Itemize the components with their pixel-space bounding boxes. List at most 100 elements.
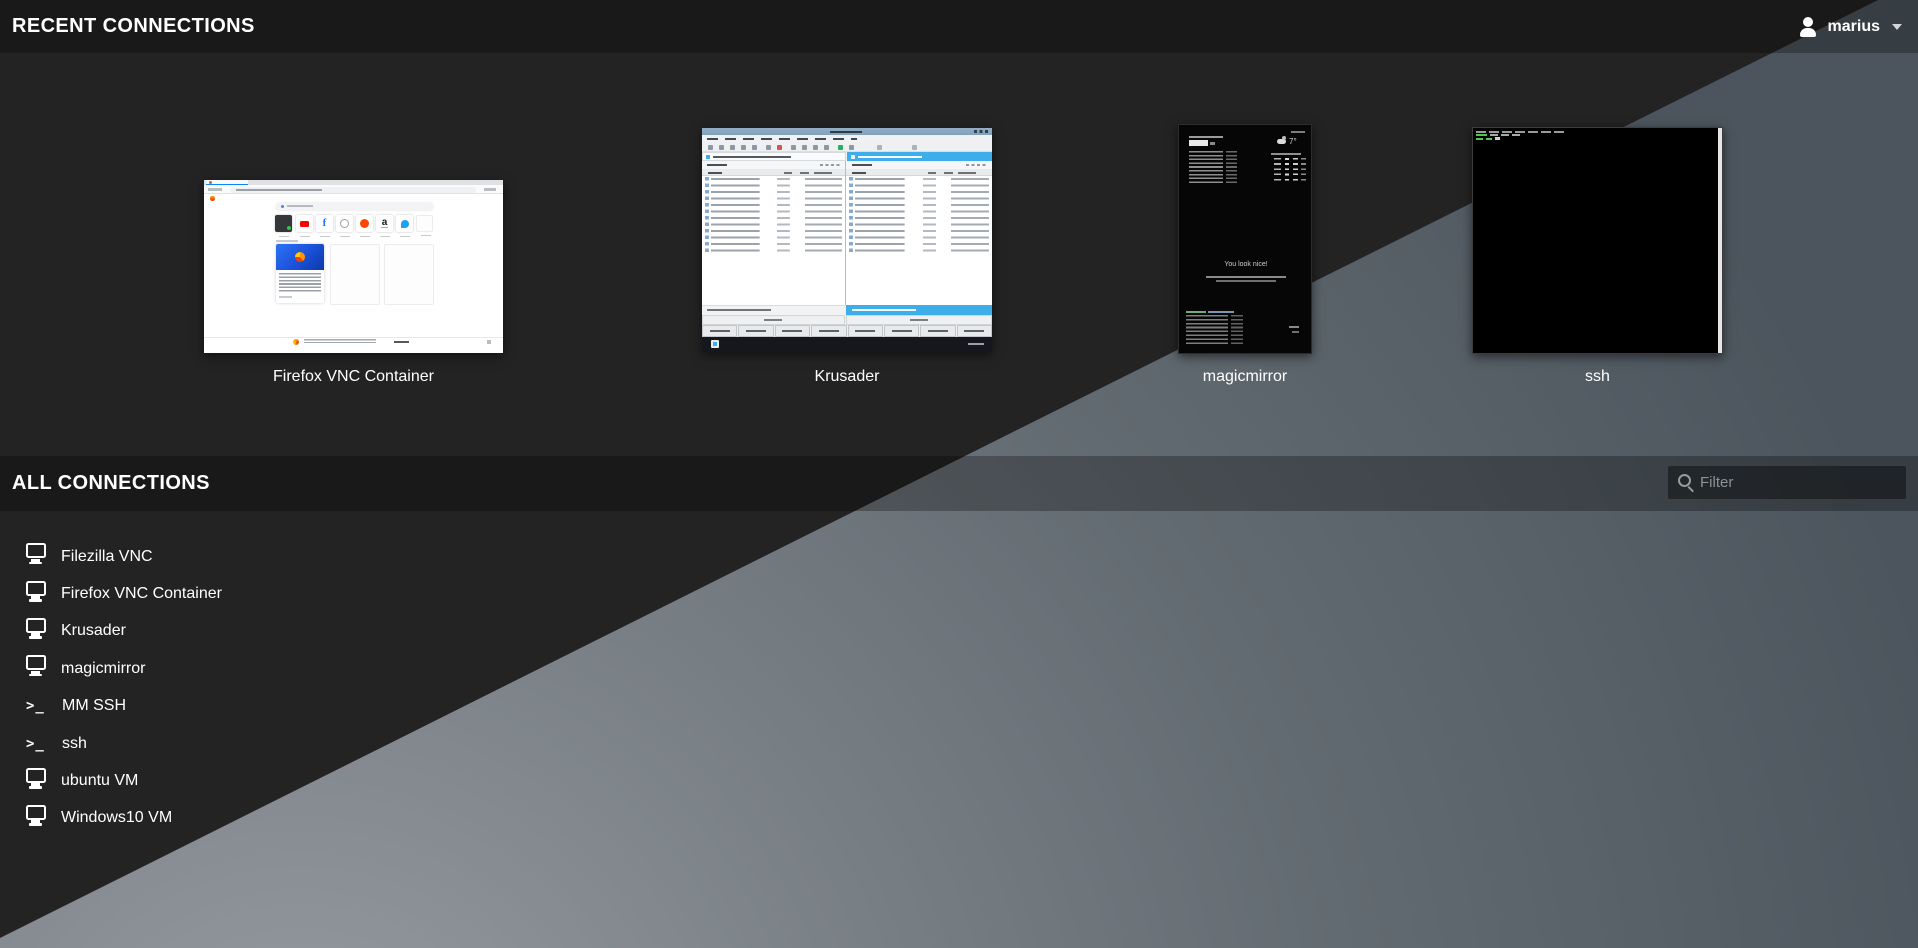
kr-menu-items bbox=[707, 138, 857, 140]
connection-label: ubuntu VM bbox=[61, 772, 138, 790]
connection-label: Firefox VNC Container bbox=[61, 585, 222, 603]
caret-down-icon bbox=[1892, 24, 1902, 30]
kr-right-col-size bbox=[944, 172, 953, 174]
ff-section-label bbox=[276, 240, 298, 242]
magicmirror-thumbnail-preview: 7° You look nice! bbox=[1178, 124, 1312, 354]
terminal-icon: >_ bbox=[26, 698, 47, 714]
monitor-icon bbox=[26, 543, 46, 558]
kr-fnkey-button bbox=[884, 325, 919, 337]
thumbnail-caption: magicmirror bbox=[1178, 368, 1312, 386]
mm-weather-sun-ray bbox=[1282, 136, 1286, 140]
kr-path-right-text bbox=[858, 156, 922, 158]
ff-twitter-glyph bbox=[401, 220, 409, 228]
kr-fnkey-button bbox=[811, 325, 846, 337]
kr-fnkey-button bbox=[957, 325, 992, 337]
kr-fnkey-button bbox=[738, 325, 773, 337]
connection-item-mm-ssh[interactable]: >_ MM SSH bbox=[26, 688, 252, 725]
sh-line3-prompt bbox=[1476, 138, 1483, 140]
kr-left-status-text bbox=[707, 309, 771, 311]
top-bar: RECENT CONNECTIONS marius bbox=[0, 0, 1918, 53]
user-menu[interactable]: marius bbox=[1790, 0, 1910, 53]
thumbnail-caption: Krusader bbox=[702, 368, 992, 386]
ff-ghost-card-1 bbox=[330, 244, 380, 305]
kr-right-file-list bbox=[846, 176, 992, 305]
search-icon bbox=[1678, 474, 1691, 487]
ff-wikipedia-glyph bbox=[340, 219, 349, 228]
mm-clock-seconds bbox=[1210, 142, 1215, 145]
ff-card-firefox-logo bbox=[295, 252, 305, 262]
kr-fnkey-button bbox=[702, 325, 737, 337]
kr-tool-icon bbox=[791, 145, 796, 150]
kr-tool-icon bbox=[708, 145, 713, 150]
connection-label: MM SSH bbox=[62, 697, 126, 715]
ff-nav-buttons bbox=[208, 188, 222, 191]
thumbnail-caption: Firefox VNC Container bbox=[204, 368, 503, 386]
username-label: marius bbox=[1828, 18, 1880, 36]
ff-notice-logo bbox=[293, 339, 299, 345]
mm-quote-line-2 bbox=[1216, 280, 1276, 282]
kr-path-right-icon bbox=[851, 155, 855, 159]
monitor-icon bbox=[26, 581, 46, 596]
krusader-thumbnail-preview bbox=[702, 128, 992, 352]
kr-tool-icon bbox=[912, 145, 917, 150]
ff-notice-text bbox=[304, 339, 376, 345]
kr-desktop-taskbar bbox=[702, 337, 992, 352]
mm-bottom-right-icon bbox=[1289, 326, 1299, 328]
kr-fnkey-button bbox=[848, 325, 883, 337]
kr-tool-icon bbox=[719, 145, 724, 150]
connection-item-ubuntu-vm[interactable]: ubuntu VM bbox=[26, 762, 252, 799]
sh-scrollbar bbox=[1718, 128, 1722, 353]
mm-quote-line-1 bbox=[1206, 276, 1286, 278]
kr-tool-icon bbox=[766, 145, 771, 150]
user-icon bbox=[1798, 17, 1818, 37]
kr-right-pane-icons bbox=[966, 164, 986, 166]
ff-nav-menu-icons bbox=[484, 188, 496, 191]
ff-search-glyph bbox=[281, 205, 284, 208]
guacamole-home-screen: RECENT CONNECTIONS marius f bbox=[0, 0, 1918, 948]
ff-shortcut-empty bbox=[416, 215, 433, 232]
mm-temperature: 7° bbox=[1289, 138, 1297, 145]
filter-input[interactable] bbox=[1668, 466, 1906, 499]
mm-calendar-times bbox=[1226, 151, 1237, 185]
sh-line2-prompt bbox=[1476, 134, 1487, 136]
kr-taskbar-app-icon-glyph bbox=[713, 342, 717, 346]
ff-reddit-glyph bbox=[360, 219, 369, 228]
kr-right-col-ext bbox=[928, 172, 936, 174]
kr-right-col-name bbox=[852, 172, 866, 174]
connection-list: Filezilla VNC Firefox VNC Container Krus… bbox=[26, 538, 252, 837]
kr-right-home-label bbox=[852, 164, 872, 166]
connection-item-firefox-vnc-container[interactable]: Firefox VNC Container bbox=[26, 575, 252, 612]
ff-card-footer bbox=[279, 296, 292, 298]
mm-forecast-icons bbox=[1285, 158, 1289, 184]
kr-left-col-modified bbox=[814, 172, 832, 174]
recent-connections-title: RECENT CONNECTIONS bbox=[12, 0, 255, 53]
kr-right-status-text bbox=[852, 309, 916, 311]
kr-left-home-label bbox=[707, 164, 727, 166]
kr-tool-icon bbox=[849, 145, 854, 150]
sh-cursor-block bbox=[1495, 137, 1500, 141]
kr-tool-icon bbox=[802, 145, 807, 150]
ff-ghost-card-2 bbox=[384, 244, 434, 305]
kr-window-buttons bbox=[974, 130, 988, 133]
connection-label: Windows10 VM bbox=[61, 809, 172, 827]
mm-forecast-temps-low bbox=[1301, 158, 1306, 184]
ff-shortcut-amazon: a bbox=[376, 215, 393, 232]
kr-tool-icon bbox=[838, 145, 843, 150]
connection-item-magicmirror[interactable]: magicmirror bbox=[26, 650, 252, 687]
mm-date-line bbox=[1189, 136, 1223, 138]
kr-fnkey-button bbox=[920, 325, 955, 337]
ff-shortcut-terminal-dot bbox=[287, 226, 291, 230]
ff-notice-close-icon bbox=[487, 340, 491, 344]
firefox-thumbnail-preview: f a bbox=[204, 180, 503, 353]
ff-tab-favicon bbox=[209, 181, 212, 184]
monitor-icon bbox=[26, 805, 46, 820]
kr-tool-icon bbox=[877, 145, 882, 150]
kr-left-col-size bbox=[800, 172, 809, 174]
thumbnail-caption: ssh bbox=[1472, 368, 1723, 386]
connection-item-krusader[interactable]: Krusader bbox=[26, 613, 252, 650]
connection-item-filezilla-vnc[interactable]: Filezilla VNC bbox=[26, 538, 252, 575]
connection-item-windows10-vm[interactable]: Windows10 VM bbox=[26, 800, 252, 837]
connection-item-ssh[interactable]: >_ ssh bbox=[26, 725, 252, 762]
mm-news-accent-blue bbox=[1208, 311, 1234, 313]
ff-search-text bbox=[287, 205, 313, 207]
